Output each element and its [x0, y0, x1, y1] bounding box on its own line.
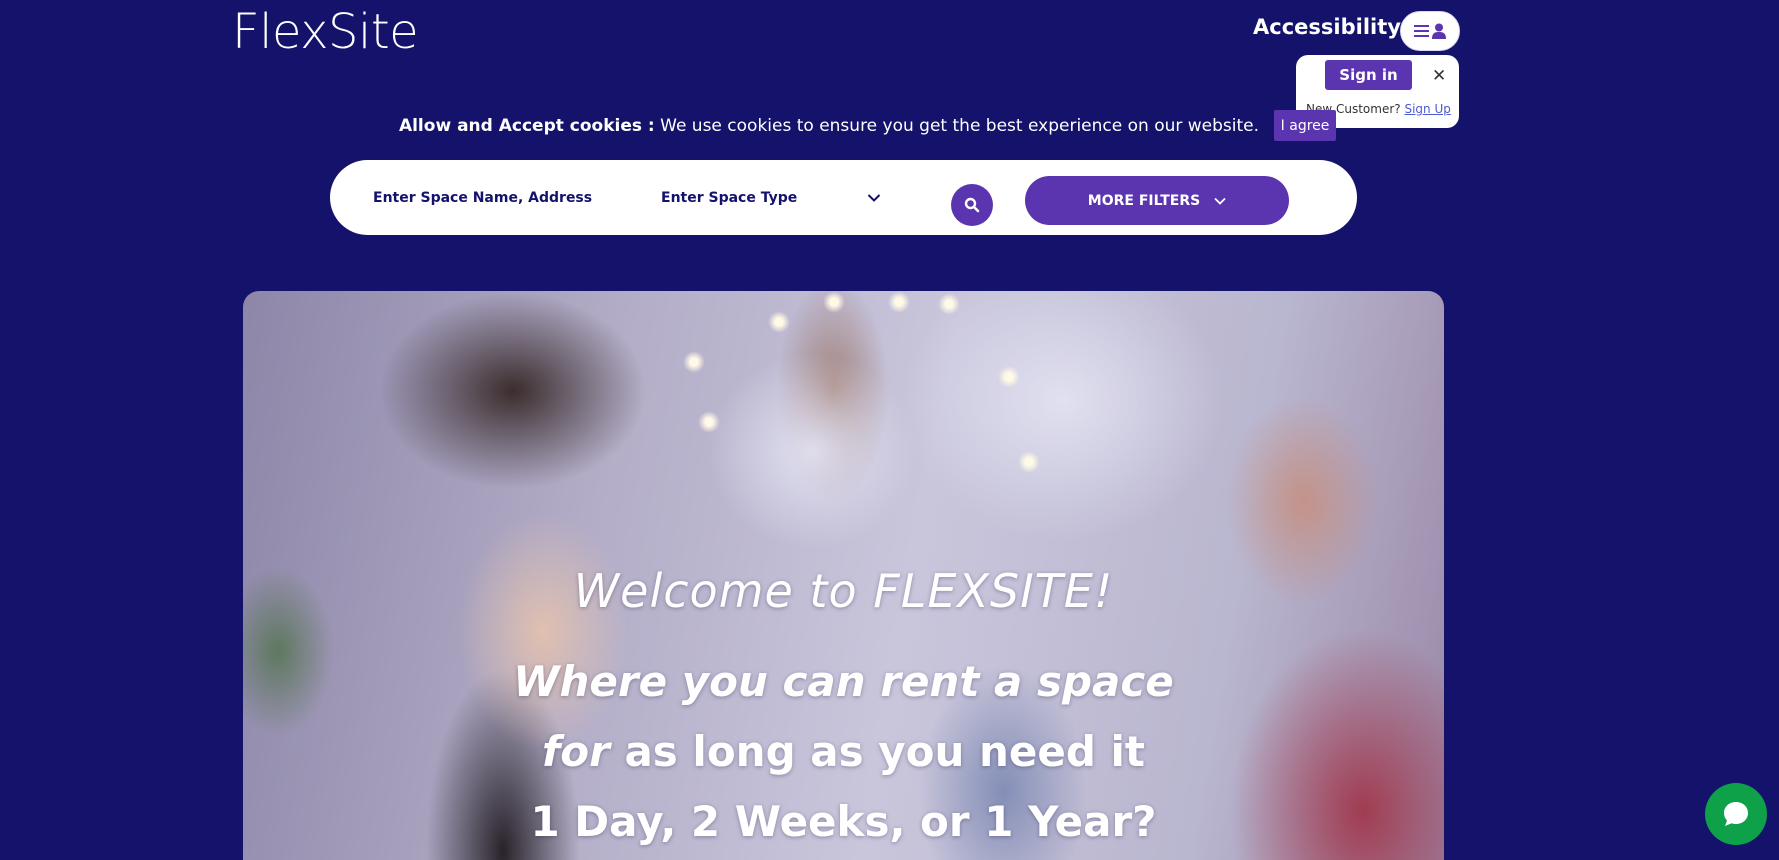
hero-line-1-text: Where you can rent a space — [513, 657, 1174, 706]
decor-light — [683, 351, 705, 373]
cookie-title: Allow and Accept cookies : — [398, 115, 655, 136]
hero-line-2-text: as long as you need it — [624, 727, 1146, 776]
hero-headline: Welcome to FLEXSITE! Where you can rent … — [243, 561, 1444, 857]
space-type-label: Enter Space Type — [661, 190, 798, 206]
chat-bubble-icon — [1724, 802, 1748, 826]
hero-banner: Welcome to FLEXSITE! Where you can rent … — [243, 291, 1444, 860]
search-icon — [964, 197, 980, 213]
signin-button[interactable]: Sign in — [1325, 60, 1412, 90]
chevron-down-icon — [1214, 197, 1226, 205]
account-menu-toggle[interactable] — [1400, 11, 1460, 51]
hero-line-1: Where you can rent a space — [243, 647, 1444, 717]
hero-line-2: for as long as you need it — [243, 717, 1444, 787]
accessibility-link[interactable]: Accessibility — [1253, 15, 1401, 39]
decor-light — [888, 291, 910, 313]
decor-light — [938, 293, 960, 315]
search-button[interactable] — [951, 184, 993, 226]
more-filters-label: MORE FILTERS — [1087, 192, 1201, 209]
hamburger-icon — [1414, 25, 1429, 37]
space-type-select[interactable]: Enter Space Type — [661, 185, 881, 211]
hero-line-2-italic: for — [541, 727, 610, 776]
search-bar: Enter Space Type MORE FILTERS — [330, 160, 1357, 235]
decor-light — [1018, 451, 1040, 473]
space-name-input[interactable] — [373, 184, 633, 212]
chat-button[interactable] — [1705, 783, 1767, 845]
hero-line-3: 1 Day, 2 Weeks, or 1 Year? — [530, 797, 1157, 846]
close-icon[interactable]: ✕ — [1432, 66, 1446, 86]
decor-light — [698, 411, 720, 433]
decor-light — [768, 311, 790, 333]
more-filters-button[interactable]: MORE FILTERS — [1025, 176, 1289, 225]
hero-welcome: Welcome to FLEXSITE! — [573, 564, 1114, 618]
user-icon — [1432, 23, 1446, 39]
cookie-banner: Allow and Accept cookies : We use cookie… — [0, 110, 1779, 141]
site-logo[interactable]: FlexSite — [232, 4, 419, 60]
decor-light — [998, 366, 1020, 388]
cookie-text: We use cookies to ensure you get the bes… — [660, 115, 1260, 136]
decor-light — [823, 291, 845, 313]
agree-button[interactable]: I agree — [1274, 110, 1337, 141]
chevron-down-icon — [867, 194, 881, 202]
cookie-message: Allow and Accept cookies : We use cookie… — [399, 116, 1259, 136]
